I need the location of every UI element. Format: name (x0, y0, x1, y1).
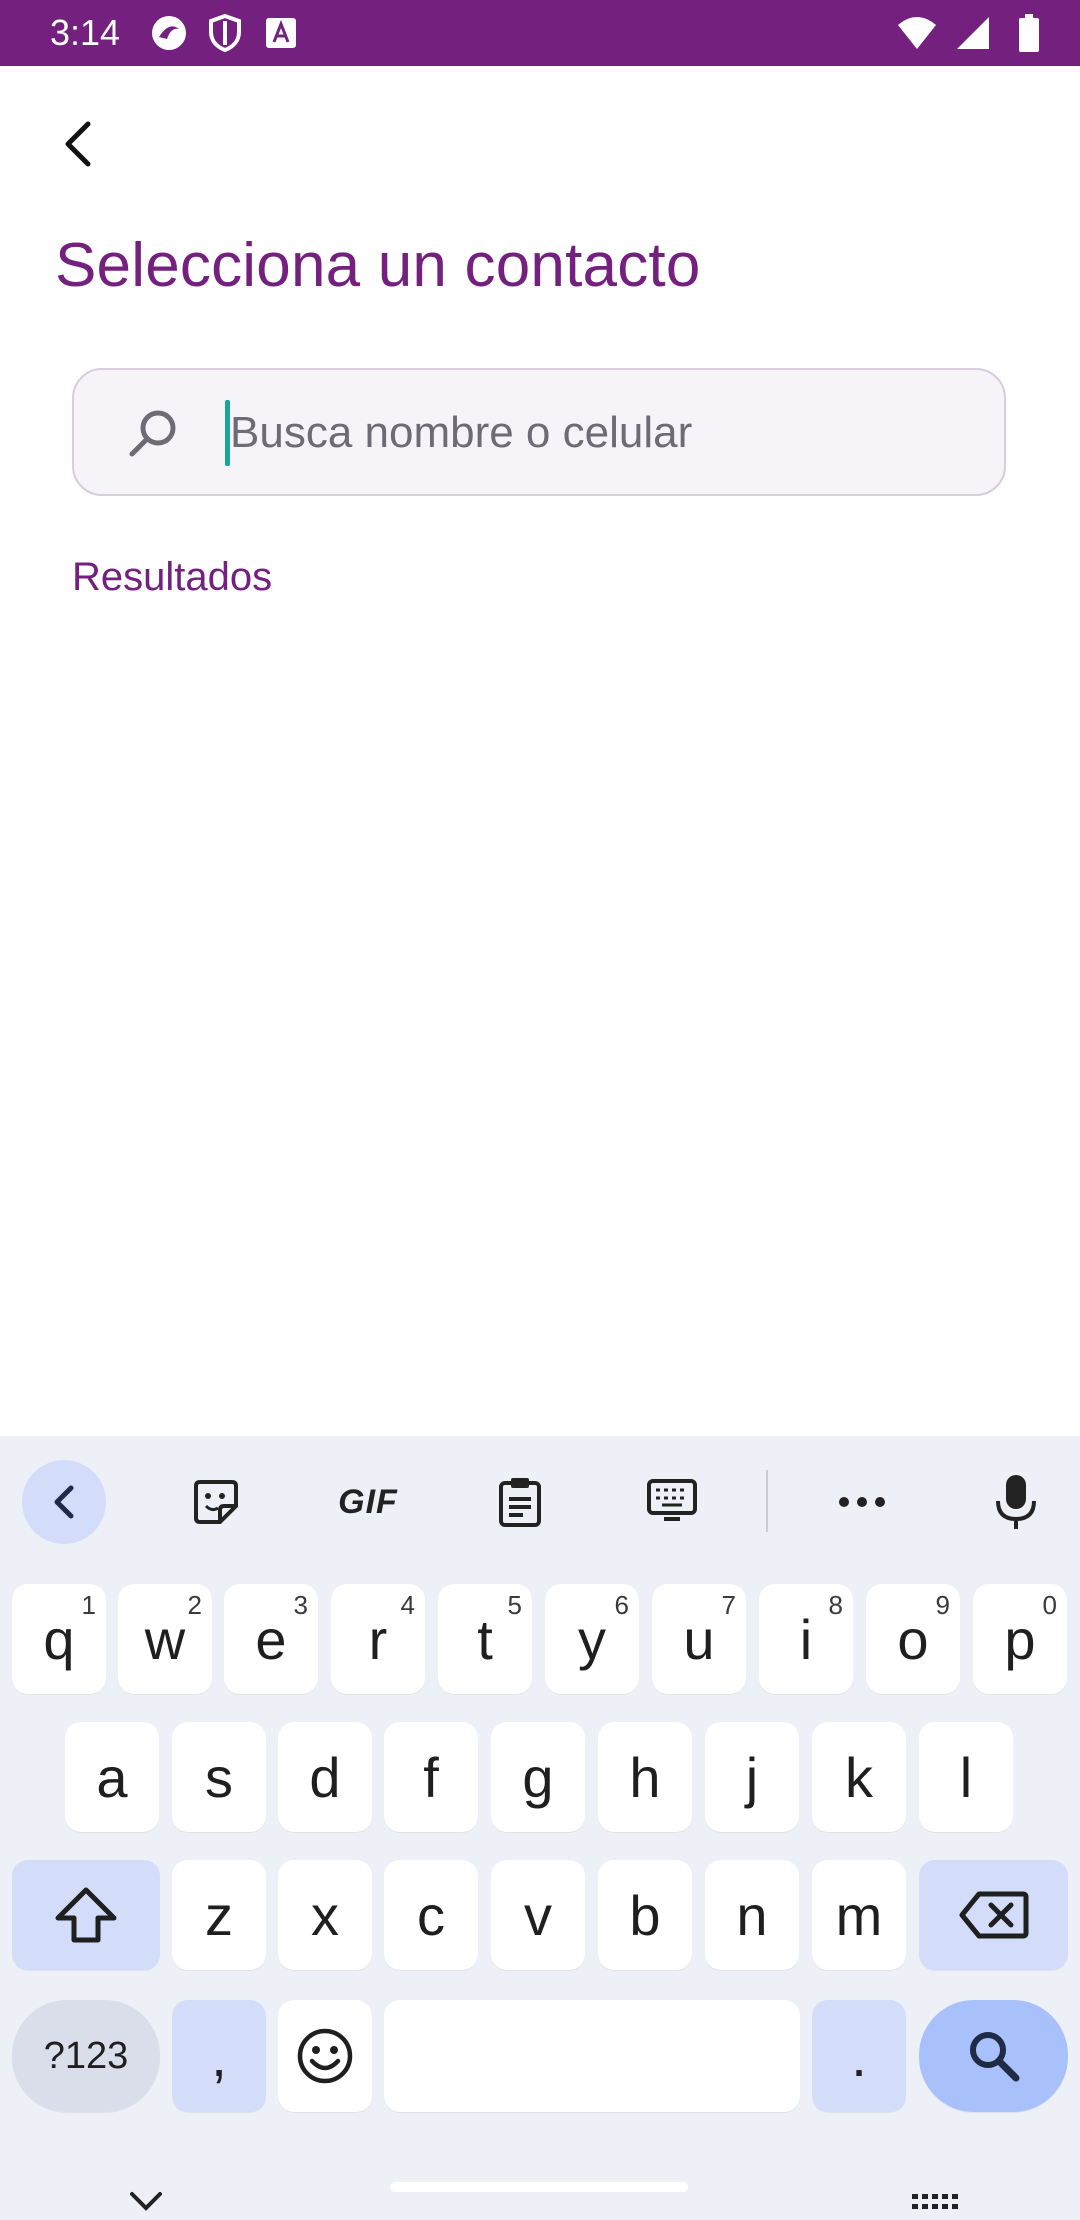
key-n[interactable]: n (705, 1860, 799, 1970)
battery-icon (1008, 12, 1050, 54)
page-title: Selecciona un contacto (55, 231, 701, 300)
key-m[interactable]: m (812, 1860, 906, 1970)
text-caret (225, 400, 230, 466)
symbols-key[interactable]: ?123 (12, 2000, 160, 2112)
key-o[interactable]: o9 (866, 1584, 960, 1694)
key-a[interactable]: a (65, 1722, 159, 1832)
search-icon (969, 2032, 1019, 2082)
mic-icon (996, 1475, 1036, 1529)
backspace-key[interactable] (919, 1860, 1068, 1970)
chevron-down-icon[interactable] (126, 2186, 166, 2216)
home-indicator[interactable] (390, 2182, 688, 2192)
key-z[interactable]: z (172, 1860, 266, 1970)
key-s[interactable]: s (172, 1722, 266, 1832)
back-button[interactable] (46, 112, 110, 176)
key-j[interactable]: j (705, 1722, 799, 1832)
key-p[interactable]: p0 (973, 1584, 1067, 1694)
collapse-icon (54, 1485, 74, 1519)
app-icon (148, 12, 190, 54)
period-key[interactable]: . (812, 2000, 906, 2112)
key-y[interactable]: y6 (545, 1584, 639, 1694)
key-h[interactable]: h (598, 1722, 692, 1832)
search-input[interactable] (224, 388, 970, 478)
key-v[interactable]: v (491, 1860, 585, 1970)
key-c[interactable]: c (384, 1860, 478, 1970)
toolbar-divider (766, 1470, 768, 1532)
keyboard: GIF q1 w2 e3 r4 t5 y6 u7 i8 o9 p0 a s d … (0, 1436, 1080, 2220)
clipboard-button[interactable] (478, 1460, 562, 1544)
key-u[interactable]: u7 (652, 1584, 746, 1694)
search-action-key[interactable] (919, 2000, 1068, 2112)
keyboard-layout-button[interactable] (630, 1460, 714, 1544)
status-time: 3:14 (50, 12, 121, 53)
key-d[interactable]: d (278, 1722, 372, 1832)
gif-icon: GIF (338, 1482, 398, 1521)
signal-icon (952, 12, 994, 54)
emoji-key[interactable] (278, 2000, 372, 2112)
key-e[interactable]: e3 (224, 1584, 318, 1694)
key-l[interactable]: l (919, 1722, 1013, 1832)
status-icons-left (148, 12, 302, 54)
keyboard-layout-icon (647, 1479, 697, 1521)
space-key[interactable] (384, 2000, 800, 2112)
sticker-button[interactable] (174, 1460, 258, 1544)
key-f[interactable]: f (384, 1722, 478, 1832)
comma-key[interactable]: , (172, 2000, 266, 2112)
search-box[interactable] (72, 368, 1006, 496)
shift-key[interactable] (12, 1860, 160, 1970)
backspace-icon (959, 1891, 1028, 1939)
mic-button[interactable] (974, 1460, 1058, 1544)
clipboard-icon (499, 1478, 541, 1527)
keyboard-switch-icon[interactable] (910, 2190, 960, 2214)
key-g[interactable]: g (491, 1722, 585, 1832)
status-icons-right (896, 12, 1050, 54)
key-w[interactable]: w2 (118, 1584, 212, 1694)
back-arrow-icon (65, 121, 91, 167)
key-t[interactable]: t5 (438, 1584, 532, 1694)
key-x[interactable]: x (278, 1860, 372, 1970)
results-label: Resultados (72, 555, 273, 599)
status-bar: 3:14 (0, 0, 1080, 66)
gif-button[interactable]: GIF (326, 1460, 410, 1544)
collapse-keyboard-button[interactable] (22, 1460, 106, 1544)
navigation-bar (0, 2158, 1080, 2220)
font-icon (260, 12, 302, 54)
more-button[interactable] (820, 1460, 904, 1544)
emoji-icon (297, 2028, 353, 2084)
sticker-icon (194, 1480, 238, 1524)
key-b[interactable]: b (598, 1860, 692, 1970)
wifi-icon (896, 12, 938, 54)
more-icon (839, 1497, 885, 1507)
keyboard-toolbar: GIF (0, 1436, 1080, 1568)
search-icon (129, 410, 176, 457)
key-q[interactable]: q1 (12, 1584, 106, 1694)
key-i[interactable]: i8 (759, 1584, 853, 1694)
key-k[interactable]: k (812, 1722, 906, 1832)
shield-icon (204, 12, 246, 54)
shift-icon (55, 1887, 117, 1943)
key-r[interactable]: r4 (331, 1584, 425, 1694)
